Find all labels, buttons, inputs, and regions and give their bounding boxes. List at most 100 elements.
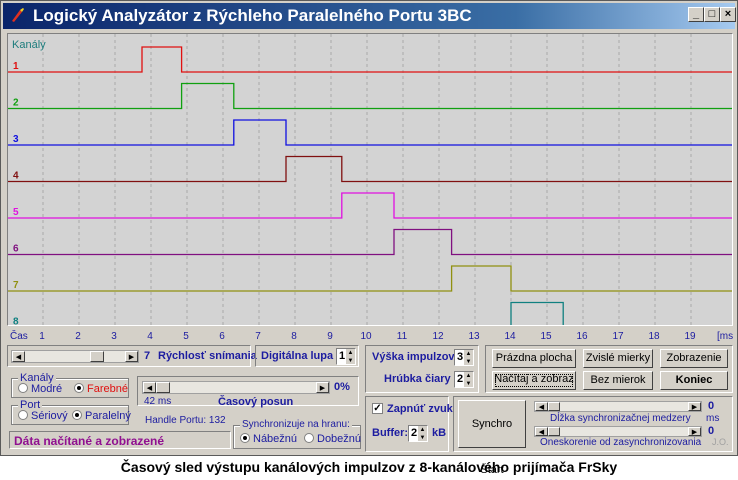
delay-left-arrow[interactable]: ◀ bbox=[535, 427, 548, 436]
channel-label-1: 1 bbox=[13, 61, 19, 72]
delay-thumb[interactable] bbox=[548, 427, 560, 436]
port-group: Port Sériový Paralelný bbox=[11, 399, 131, 425]
channel-trace-4 bbox=[8, 155, 732, 183]
sound-checkbox[interactable]: ✓ bbox=[372, 403, 383, 414]
channel-trace-7 bbox=[8, 265, 732, 292]
sync-gap-thumb[interactable] bbox=[548, 402, 560, 411]
x-tick-label: 17 bbox=[612, 331, 624, 342]
buttons-panel: Prázdna plocha Zvislé mierky Zobrazenie … bbox=[485, 345, 733, 393]
x-tick-label: 16 bbox=[576, 331, 588, 342]
x-tick-label: 8 bbox=[291, 331, 297, 342]
time-shift-left-arrow[interactable]: ◀ bbox=[143, 382, 156, 393]
minimize-button[interactable]: _ bbox=[688, 7, 704, 22]
channel-label-5: 5 bbox=[13, 207, 19, 218]
x-tick-label: 11 bbox=[397, 331, 408, 342]
x-tick-label: 2 bbox=[75, 331, 81, 342]
channel-trace-2 bbox=[8, 82, 732, 110]
channels-colour-group: Kanály Modré Farebné bbox=[11, 372, 129, 398]
channel-label-7: 7 bbox=[13, 280, 19, 291]
x-tick-label: 1 bbox=[39, 331, 45, 342]
time-shift-slider[interactable]: ◀ ▶ bbox=[142, 381, 330, 394]
radio-colour[interactable]: Farebné bbox=[74, 383, 128, 395]
speed-slider-thumb[interactable] bbox=[90, 351, 104, 362]
sync-gap-right-arrow[interactable]: ▶ bbox=[688, 402, 701, 411]
radio-off-icon bbox=[18, 383, 28, 393]
line-thickness-spinner[interactable]: 2 ▲ ▼ bbox=[454, 371, 474, 388]
channel-trace-8 bbox=[510, 301, 564, 325]
radio-blue[interactable]: Modré bbox=[18, 383, 62, 395]
x-tick-label: 10 bbox=[360, 331, 372, 342]
channel-label-6: 6 bbox=[13, 244, 19, 255]
radio-off-icon bbox=[304, 433, 314, 443]
line-thickness-value: 2 bbox=[457, 373, 464, 385]
x-tick-label: 12 bbox=[432, 331, 444, 342]
channels-title: Kanály bbox=[12, 39, 46, 51]
no-scales-button[interactable]: Bez mierok bbox=[583, 371, 653, 390]
channel-label-3: 3 bbox=[13, 134, 19, 145]
radio-off-icon bbox=[18, 410, 28, 420]
radio-on-icon bbox=[240, 433, 250, 443]
pulse-settings-panel: Výška impulzov 3 ▲ ▼ Hrúbka čiary 2 ▲ ▼ bbox=[365, 345, 479, 393]
digital-zoom-label: Digitálna lupa bbox=[261, 350, 334, 362]
corner-mark: J.O. bbox=[712, 437, 729, 447]
x-axis: Čas 1 2 3 4 5 6 7 8 9 10 11 12 13 14 15 16 17 18 19 [ms bbox=[10, 329, 733, 342]
x-axis-label: Čas bbox=[10, 329, 28, 342]
radio-falling-edge[interactable]: Dobežnú bbox=[304, 433, 361, 445]
speed-panel: ◀ ▶ 7 Rýchlosť snímania bbox=[7, 345, 257, 367]
close-button[interactable]: × bbox=[720, 7, 736, 22]
maximize-button[interactable]: □ bbox=[704, 7, 720, 22]
digital-zoom-spinner[interactable]: 1 ▲ ▼ bbox=[336, 348, 356, 365]
port-handle: Handle Portu: 132 bbox=[145, 415, 226, 426]
pulse-height-spinner[interactable]: 3 ▲ ▼ bbox=[454, 349, 474, 366]
spinner-arrows-icon[interactable]: ▲ ▼ bbox=[418, 426, 427, 441]
time-shift-thumb[interactable] bbox=[156, 382, 170, 393]
sound-buffer-panel: ✓ Zapnúť zvuk Buffer: 2 ▲ ▼ kB bbox=[365, 396, 453, 452]
spinner-arrows-icon[interactable]: ▲ ▼ bbox=[464, 372, 473, 387]
x-tick-label: 9 bbox=[327, 331, 333, 342]
time-shift-percent: 0% bbox=[334, 381, 350, 393]
channel-trace-5 bbox=[8, 192, 732, 219]
channel-label-2: 2 bbox=[13, 98, 19, 109]
speed-value: 7 bbox=[144, 350, 151, 362]
channel-label-8: 8 bbox=[13, 317, 19, 326]
status-text: Dáta načítané a zobrazené bbox=[14, 434, 165, 448]
sync-gap-left-arrow[interactable]: ◀ bbox=[535, 402, 548, 411]
delay-right-arrow[interactable]: ▶ bbox=[688, 427, 701, 436]
x-tick-label: 7 bbox=[255, 331, 261, 342]
synchro-start-button[interactable]: Synchro Štart bbox=[458, 400, 526, 476]
sync-gap-value: 0 bbox=[708, 400, 715, 412]
speed-left-arrow[interactable]: ◀ bbox=[12, 351, 25, 362]
sync-gap-label: Dĺžka synchronizačnej medzery bbox=[550, 413, 691, 424]
time-shift-right-arrow[interactable]: ▶ bbox=[316, 382, 329, 393]
clear-plot-button[interactable]: Prázdna plocha bbox=[492, 349, 576, 368]
vertical-scales-button[interactable]: Zvislé mierky bbox=[583, 349, 653, 368]
x-tick-label: 19 bbox=[684, 331, 696, 342]
spinner-arrows-icon[interactable]: ▲ ▼ bbox=[346, 349, 355, 364]
radio-on-icon bbox=[74, 383, 84, 393]
buffer-spinner[interactable]: 2 ▲ ▼ bbox=[408, 425, 428, 442]
line-thickness-label: Hrúbka čiary bbox=[384, 373, 451, 385]
channel-trace-1 bbox=[8, 46, 732, 73]
synchro-panel: Synchro Štart ◀ ▶ 0 Dĺžka synchronizačne… bbox=[453, 396, 733, 476]
speed-slider[interactable]: ◀ ▶ bbox=[11, 350, 139, 363]
display-button[interactable]: Zobrazenie bbox=[660, 349, 728, 368]
sync-gap-slider[interactable]: ◀ ▶ bbox=[534, 401, 702, 412]
load-and-display-button[interactable]: Načítaj a zobraz bbox=[492, 371, 576, 390]
sync-gap-unit: ms bbox=[706, 413, 720, 424]
delay-slider[interactable]: ◀ ▶ bbox=[534, 426, 702, 437]
radio-parallel[interactable]: Paralelný bbox=[72, 410, 131, 422]
buffer-label: Buffer: bbox=[372, 427, 409, 439]
x-tick-label: 13 bbox=[468, 331, 480, 342]
digital-zoom-value: 1 bbox=[339, 350, 346, 362]
x-tick-label: 14 bbox=[504, 331, 516, 342]
speed-right-arrow[interactable]: ▶ bbox=[125, 351, 138, 362]
app-window: Logický Analyzátor z Rýchleho Paralelnéh… bbox=[0, 0, 738, 476]
sync-edge-group-title: Synchronizuje na hranu: bbox=[240, 419, 352, 430]
channel-trace-6 bbox=[8, 228, 732, 256]
radio-rising-edge[interactable]: Nábežnú bbox=[240, 433, 297, 445]
delay-label: Oneskorenie od zasynchronizovania bbox=[540, 437, 702, 448]
radio-serial[interactable]: Sériový bbox=[18, 410, 68, 422]
spinner-arrows-icon[interactable]: ▲ ▼ bbox=[464, 350, 473, 365]
x-tick-label: 3 bbox=[111, 331, 117, 342]
end-button[interactable]: Koniec bbox=[660, 371, 728, 390]
